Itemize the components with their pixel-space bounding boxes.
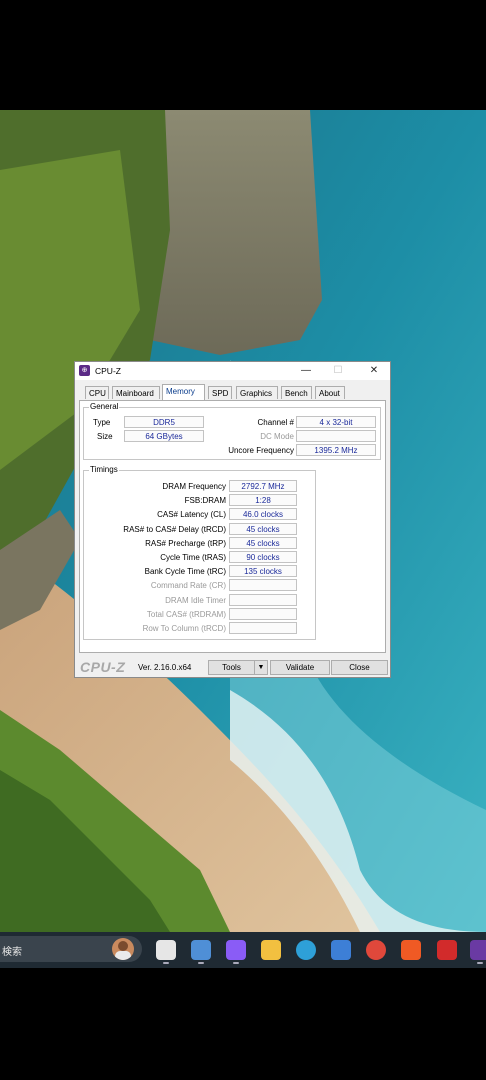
tab-graphics[interactable]: Graphics (236, 386, 278, 399)
search-placeholder: 検索 (2, 947, 22, 958)
timing-label: DRAM Frequency (162, 482, 226, 491)
running-indicator (477, 962, 483, 964)
tab-mainboard[interactable]: Mainboard (112, 386, 160, 399)
tab-bench[interactable]: Bench (281, 386, 312, 399)
timing-label: RAS# to CAS# Delay (tRCD) (123, 524, 226, 534)
timings-legend: Timings (89, 465, 119, 474)
tab-spd[interactable]: SPD (208, 386, 232, 399)
timing-value: 45 clocks (229, 522, 297, 535)
dc-mode-label: DC Mode (260, 432, 294, 441)
general-legend: General (89, 402, 120, 411)
channel-label: Channel # (257, 418, 294, 427)
validate-button[interactable]: Validate (270, 660, 330, 675)
timing-label: CAS# Latency (CL) (157, 510, 226, 520)
uncore-frequency-label: Uncore Frequency (228, 446, 294, 455)
cpuz-app-icon: ⊕ (79, 365, 90, 376)
title-bar[interactable]: ⊕ CPU-Z — ☐ ✕ (75, 362, 390, 380)
timing-value (229, 622, 297, 634)
chrome-icon[interactable] (366, 940, 386, 960)
timing-value: 90 clocks (229, 551, 297, 563)
timing-value: 45 clocks (229, 536, 297, 549)
copilot-icon[interactable] (226, 940, 246, 960)
timing-value: 2792.7 MHz (229, 480, 297, 492)
running-indicator (163, 962, 169, 964)
close-button[interactable]: Close (331, 660, 388, 675)
type-label: Type (93, 418, 111, 427)
tab-about[interactable]: About (315, 386, 345, 399)
channel-value: 4 x 32-bit (296, 416, 376, 428)
tab-strip: CPU Mainboard Memory SPD Graphics Bench … (80, 384, 385, 400)
search-highlight-avatar (112, 938, 134, 960)
version-label: Ver. 2.16.0.x64 (138, 663, 192, 672)
uncore-frequency-value: 1395.2 MHz (296, 444, 376, 456)
cpuz-window: ⊕ CPU-Z — ☐ ✕ CPU Mainboard Memory SPD G… (74, 361, 391, 678)
timing-value: 1:28 (229, 494, 297, 507)
timing-value (229, 593, 297, 606)
tab-cpu[interactable]: CPU (85, 386, 109, 399)
taskbar: 検索 (0, 932, 486, 968)
timings-group: Timings DRAM Frequency 2792.7 MHz FSB:DRAM… (83, 465, 316, 640)
window-title: CPU-Z (95, 366, 121, 376)
running-indicator (233, 962, 239, 964)
size-label: Size (97, 432, 113, 441)
taskbar-search-box[interactable]: 検索 (0, 936, 142, 962)
bottom-bar: CPU-Z Ver. 2.16.0.x64 Tools ▼ Validate C… (75, 657, 390, 677)
store-icon[interactable] (331, 940, 351, 960)
close-window-button[interactable]: ✕ (359, 362, 389, 380)
timing-label: DRAM Idle Timer (165, 595, 226, 605)
general-group: General Type DDR5 Size 64 GBytes Channel… (83, 402, 381, 460)
timing-label: Row To Column (tRCD) (142, 624, 226, 633)
settings-icon[interactable] (191, 940, 211, 960)
timing-label: Bank Cycle Time (tRC) (144, 567, 226, 577)
timing-label: Total CAS# (tRDRAM) (146, 609, 226, 619)
tools-dropdown-icon[interactable]: ▼ (254, 660, 268, 675)
task-view-icon[interactable] (156, 940, 176, 960)
edge-icon[interactable] (296, 940, 316, 960)
timing-value: 46.0 clocks (229, 508, 297, 521)
memory-tab-panel: General Type DDR5 Size 64 GBytes Channel… (79, 400, 386, 653)
timing-label: Cycle Time (tRAS) (160, 553, 226, 562)
minimize-button[interactable]: — (291, 362, 321, 380)
cpuz-taskbar-icon[interactable] (470, 940, 486, 960)
timing-label: Command Rate (CR) (150, 581, 226, 591)
timing-value (229, 579, 297, 592)
brave-icon[interactable] (401, 940, 421, 960)
cpuz-logo-text: CPU-Z (80, 659, 126, 675)
app-red-icon[interactable] (437, 940, 457, 960)
timing-value: 135 clocks (229, 565, 297, 578)
timing-value (229, 607, 297, 620)
maximize-button[interactable]: ☐ (323, 362, 353, 380)
running-indicator (198, 962, 204, 964)
size-value: 64 GBytes (124, 430, 204, 442)
timing-label: RAS# Precharge (tRP) (145, 538, 226, 548)
tools-button[interactable]: Tools (208, 660, 255, 675)
file-explorer-icon[interactable] (261, 940, 281, 960)
dc-mode-value (296, 430, 376, 442)
tab-memory[interactable]: Memory (162, 384, 205, 400)
type-value: DDR5 (124, 416, 204, 428)
timing-label: FSB:DRAM (184, 496, 226, 506)
